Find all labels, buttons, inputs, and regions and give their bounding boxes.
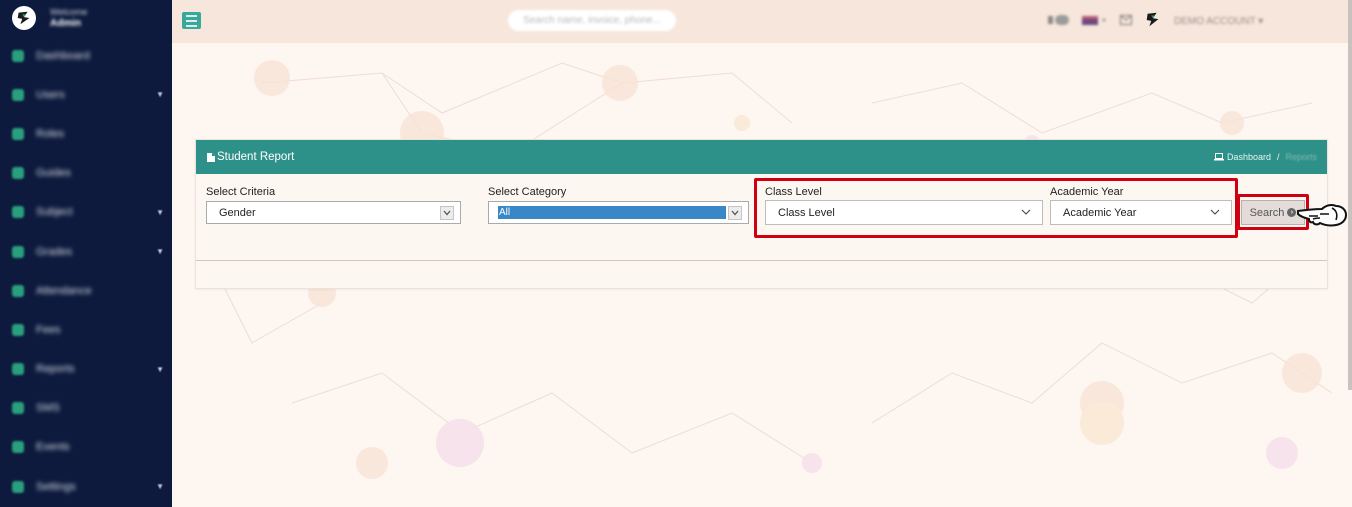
sidebar-item-icon xyxy=(12,284,24,297)
category-value: All xyxy=(498,206,726,219)
topbar-actions: DEMO ACCOUNT ▾ xyxy=(1048,10,1263,32)
account-menu[interactable]: DEMO ACCOUNT ▾ xyxy=(1174,16,1263,27)
caret-down-icon: ▼ xyxy=(156,482,164,492)
sidebar-item-icon xyxy=(12,206,24,219)
school-logo xyxy=(12,6,36,30)
sidebar-item-label: Guides xyxy=(36,167,71,180)
sidebar-item-icon xyxy=(12,167,24,180)
sidebar-item-label: Settings xyxy=(36,480,76,493)
global-search-input[interactable]: Search name, invoice, phone... xyxy=(508,10,676,31)
sidebar-item-label: Users xyxy=(36,88,65,101)
sidebar-item-icon xyxy=(12,49,24,62)
sidebar-item[interactable]: Reports ▼ xyxy=(0,350,172,389)
breadcrumb-current: Reports xyxy=(1285,152,1317,162)
card-title-text: Student Report xyxy=(217,151,295,163)
sidebar-menu: Dashboard Users ▼ Roles Guides Subject ▼ Grades… xyxy=(0,36,172,506)
language-flag-icon[interactable] xyxy=(1082,14,1108,29)
sidebar-item-label: Events xyxy=(36,441,70,454)
sidebar-item[interactable]: Subject ▼ xyxy=(0,193,172,232)
sidebar-item-label: Attendance xyxy=(36,284,92,297)
top-bar: Search name, invoice, phone... DEMO ACCO… xyxy=(172,0,1352,43)
sidebar-item[interactable]: Grades ▼ xyxy=(0,232,172,271)
sidebar-item-icon xyxy=(12,402,24,415)
sidebar-item-icon xyxy=(12,245,24,258)
notifications-icon[interactable] xyxy=(1048,14,1070,29)
criteria-select[interactable]: Gender xyxy=(206,201,461,224)
sidebar-item-icon xyxy=(12,323,24,336)
sidebar-item-icon xyxy=(12,127,24,140)
laptop-icon xyxy=(1213,153,1224,161)
chevron-down-icon xyxy=(728,206,742,220)
chevron-down-icon xyxy=(440,206,454,220)
category-select[interactable]: All xyxy=(488,201,749,224)
sidebar-item[interactable]: SMS xyxy=(0,389,172,428)
highlight-filters-box xyxy=(754,178,1238,238)
sidebar-item-label: Dashboard xyxy=(36,49,90,62)
account-label: DEMO ACCOUNT xyxy=(1174,15,1256,27)
sidebar-item-icon xyxy=(12,88,24,101)
caret-down-icon: ▼ xyxy=(156,207,164,217)
sidebar-item[interactable]: Events xyxy=(0,428,172,467)
sidebar-item[interactable]: Attendance xyxy=(0,271,172,310)
breadcrumb-dashboard[interactable]: Dashboard xyxy=(1227,152,1271,162)
card-divider xyxy=(196,260,1327,261)
criteria-label: Select Criteria xyxy=(206,186,276,198)
pointing-hand-icon xyxy=(1297,204,1348,227)
sidebar: Welcome Admin Dashboard Users ▼ Roles Guides… xyxy=(0,0,172,507)
welcome-text: Welcome Admin xyxy=(50,6,87,30)
mail-icon[interactable] xyxy=(1120,14,1132,28)
sidebar-item-label: Subject xyxy=(36,206,73,219)
search-button-label: Search xyxy=(1249,206,1285,219)
welcome-label: Welcome xyxy=(50,7,88,17)
sidebar-item[interactable]: Guides xyxy=(0,154,172,193)
sidebar-item[interactable]: Roles xyxy=(0,114,172,153)
breadcrumb: Dashboard / Reports xyxy=(1213,152,1317,162)
sidebar-item-label: SMS xyxy=(36,402,60,415)
sidebar-item-icon xyxy=(12,480,24,493)
sidebar-item[interactable]: Fees xyxy=(0,310,172,349)
caret-down-icon: ▼ xyxy=(156,247,164,257)
page-scrollbar[interactable] xyxy=(1348,0,1352,390)
caret-down-icon: ▼ xyxy=(156,90,164,100)
category-label: Select Category xyxy=(488,186,567,198)
sidebar-item-icon xyxy=(12,363,24,376)
report-icon xyxy=(207,152,215,162)
breadcrumb-separator: / xyxy=(1276,152,1280,162)
criteria-value: Gender xyxy=(219,206,256,219)
caret-down-icon: ▼ xyxy=(156,364,164,374)
card-title: Student Report xyxy=(206,151,294,163)
sidebar-item[interactable]: Settings ▼ xyxy=(0,467,172,506)
account-logo-icon xyxy=(1144,11,1162,32)
menu-toggle-icon[interactable] xyxy=(182,12,201,29)
sidebar-item-label: Grades xyxy=(36,245,73,258)
welcome-user: Admin xyxy=(50,18,82,29)
sidebar-item-label: Reports xyxy=(36,363,75,376)
sidebar-item-label: Roles xyxy=(36,127,65,140)
sidebar-item[interactable]: Dashboard xyxy=(0,36,172,75)
sidebar-header: Welcome Admin xyxy=(12,0,87,36)
sidebar-item-icon xyxy=(12,441,24,454)
card-header: Student Report Dashboard / Reports xyxy=(196,140,1327,174)
sidebar-item-label: Fees xyxy=(36,323,61,336)
sidebar-item[interactable]: Users ▼ xyxy=(0,75,172,114)
